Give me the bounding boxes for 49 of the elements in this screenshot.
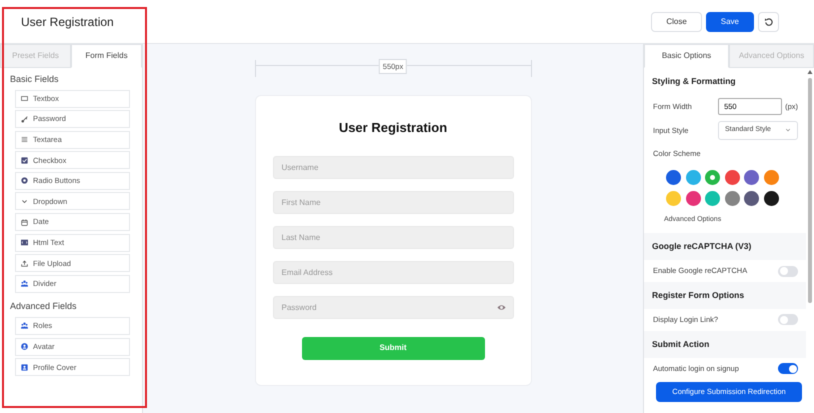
color-swatch[interactable] [666,190,681,206]
color-swatch[interactable] [744,170,760,185]
section-heading: Basic Fields [9,73,60,86]
color-swatch[interactable] [705,190,720,206]
people-icon [21,280,28,288]
reset-button[interactable] [758,12,779,32]
input-field[interactable]: Last Name [272,226,514,248]
color-swatch[interactable] [764,190,779,206]
eye-icon [496,302,506,312]
color-swatch[interactable] [724,170,740,185]
panel-tab[interactable]: Form Fields [71,44,142,68]
app-title: User Registration [20,14,115,30]
color-swatch[interactable] [724,190,740,206]
color-swatch[interactable] [666,170,681,185]
toggle-switch[interactable] [778,266,798,276]
upload-icon [21,260,28,267]
color-swatch[interactable] [764,170,779,185]
color-swatch[interactable] [705,170,720,185]
color-swatch[interactable] [686,170,701,185]
panel-tab[interactable]: Basic Options [644,44,729,68]
section-heading: Submit Action [644,330,806,358]
key-icon [21,116,28,123]
form-title: User Registration [338,119,448,137]
people-icon [21,322,28,330]
input-field[interactable]: Email Address [272,260,514,284]
chevron-icon [785,127,791,134]
save-button[interactable]: Save [706,12,754,32]
textbox-icon [21,95,28,102]
profile-card-icon [21,364,28,371]
calendar-icon [21,218,28,226]
input-field[interactable]: Username [272,156,514,178]
section-heading: Google reCAPTCHA (V3) [644,233,806,260]
reset-icon [764,16,773,26]
section-heading: Styling & Formatting [651,75,737,88]
close-button[interactable]: Close [651,12,702,32]
lines-icon [21,136,28,144]
toggle-switch[interactable] [778,363,798,374]
code-icon [21,239,28,246]
section-heading: Advanced Fields [9,300,78,314]
chevron-icon [21,198,28,205]
color-swatch[interactable] [744,190,760,206]
user-circle-icon [21,343,28,350]
checkbox-icon [21,156,28,164]
toggle-switch[interactable] [778,314,798,326]
input-field[interactable]: First Name [272,190,514,214]
radio-icon [21,177,28,184]
color-swatch[interactable] [686,190,701,206]
section-heading: Register Form Options [644,282,806,309]
input-field[interactable]: Password [272,296,514,318]
